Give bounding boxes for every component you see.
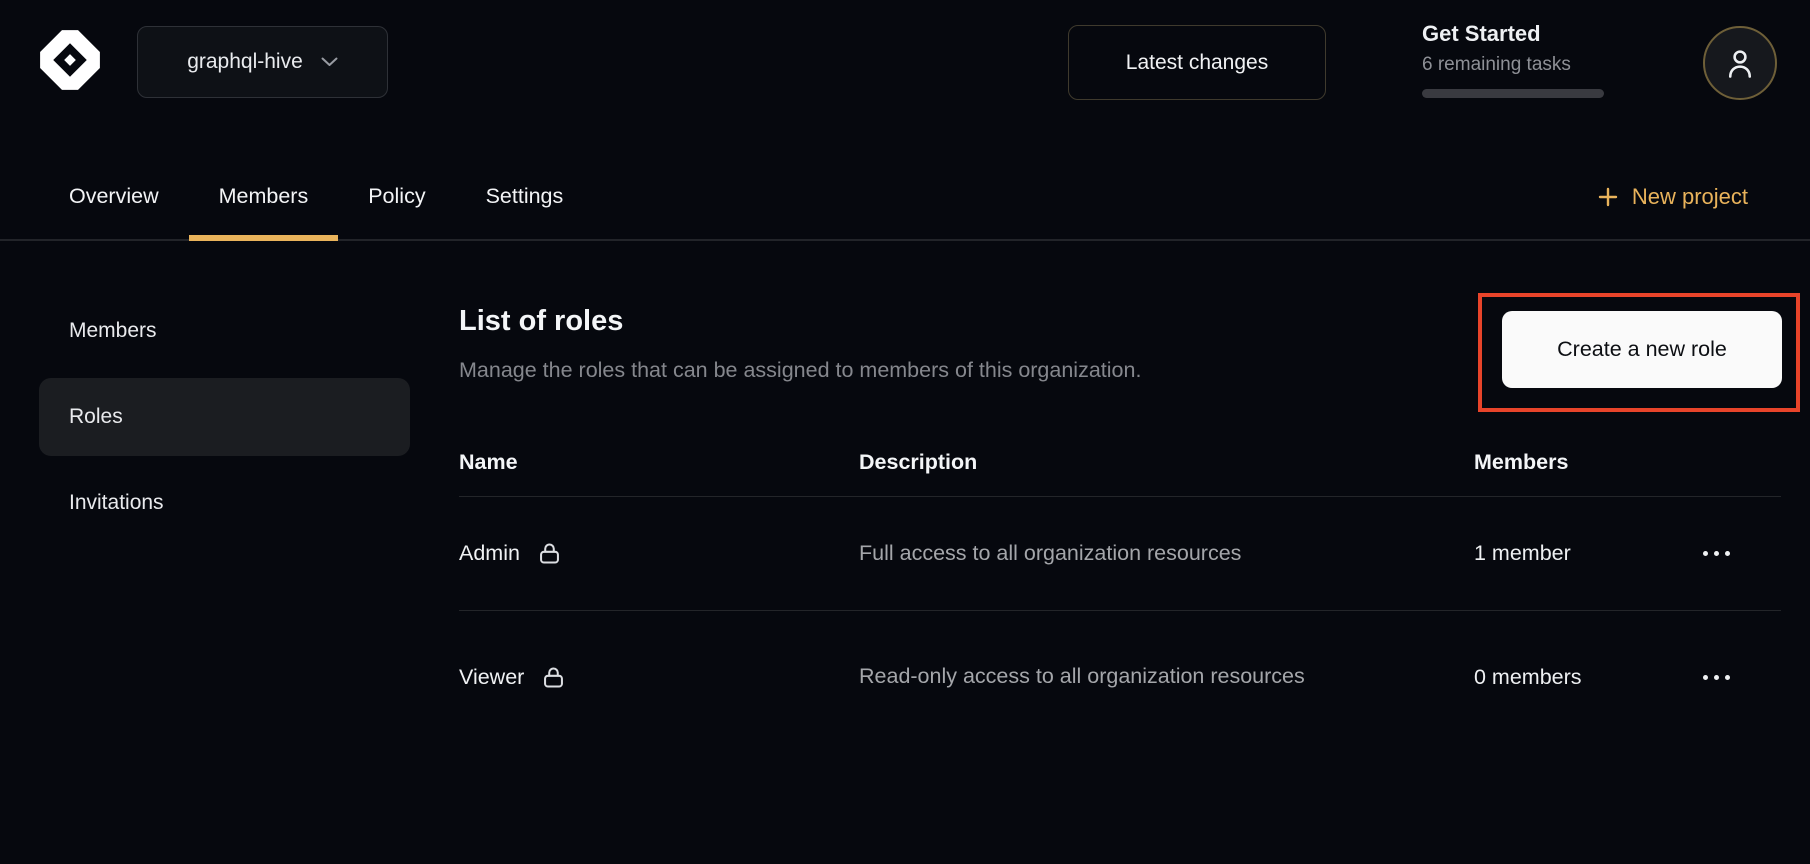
tab-policy[interactable]: Policy <box>338 153 455 239</box>
role-description: Read-only access to all organization res… <box>859 661 1474 692</box>
org-switcher-label: graphql-hive <box>187 50 303 74</box>
tab-members-label: Members <box>219 184 309 209</box>
create-new-role-button[interactable]: Create a new role <box>1502 311 1782 388</box>
row-actions-menu-button[interactable] <box>1701 543 1732 564</box>
new-project-button[interactable]: New project <box>1597 153 1748 241</box>
org-tabbar: Overview Members Policy Settings <box>0 153 1810 241</box>
role-description: Full access to all organization resource… <box>859 538 1474 569</box>
tab-overview-label: Overview <box>69 184 159 209</box>
sidebar-item-invitations-label: Invitations <box>69 491 164 515</box>
role-members-count: 0 members <box>1474 665 1701 690</box>
tab-members[interactable]: Members <box>189 153 339 239</box>
role-name: Admin <box>459 541 520 566</box>
tab-settings[interactable]: Settings <box>456 153 594 239</box>
latest-changes-label: Latest changes <box>1126 51 1268 75</box>
roles-table: Name Description Members Admin Full acce… <box>459 428 1781 743</box>
sidebar-item-roles[interactable]: Roles <box>39 378 410 456</box>
roles-table-header: Name Description Members <box>459 428 1781 497</box>
lock-icon <box>536 540 563 567</box>
role-members-count: 1 member <box>1474 541 1701 566</box>
sidebar-item-roles-label: Roles <box>69 405 123 429</box>
lock-icon <box>540 664 567 691</box>
tab-overview[interactable]: Overview <box>39 153 189 239</box>
new-project-label: New project <box>1632 184 1748 210</box>
get-started-progress-bar <box>1422 89 1604 98</box>
tab-policy-label: Policy <box>368 184 425 209</box>
person-icon <box>1722 45 1758 81</box>
get-started-title: Get Started <box>1422 21 1605 47</box>
get-started-remaining-tasks: 6 remaining tasks <box>1422 54 1605 76</box>
org-switcher[interactable]: graphql-hive <box>137 26 388 98</box>
chevron-down-icon <box>321 57 338 67</box>
sidebar-item-members[interactable]: Members <box>39 292 410 370</box>
row-actions-menu-button[interactable] <box>1701 667 1732 688</box>
table-row-viewer: Viewer Read-only access to all organizat… <box>459 611 1781 743</box>
page-subtitle: Manage the roles that can be assigned to… <box>459 358 1141 383</box>
app-window: graphql-hive Latest changes Get Started … <box>0 0 1810 864</box>
role-name: Viewer <box>459 665 524 690</box>
page-title: List of roles <box>459 305 623 338</box>
sidebar-item-invitations[interactable]: Invitations <box>39 464 410 542</box>
column-header-name: Name <box>459 450 859 475</box>
tab-settings-label: Settings <box>486 184 564 209</box>
column-header-description: Description <box>859 450 1474 475</box>
members-sidebar: Members Roles Invitations <box>39 292 410 542</box>
table-row-admin: Admin Full access to all organization re… <box>459 497 1781 611</box>
latest-changes-button[interactable]: Latest changes <box>1068 25 1326 100</box>
sidebar-item-members-label: Members <box>69 319 157 343</box>
user-avatar[interactable] <box>1703 26 1777 100</box>
plus-icon <box>1597 186 1619 208</box>
hive-logo-icon <box>35 25 105 95</box>
get-started-widget[interactable]: Get Started 6 remaining tasks <box>1422 21 1605 98</box>
column-header-members: Members <box>1474 450 1701 475</box>
